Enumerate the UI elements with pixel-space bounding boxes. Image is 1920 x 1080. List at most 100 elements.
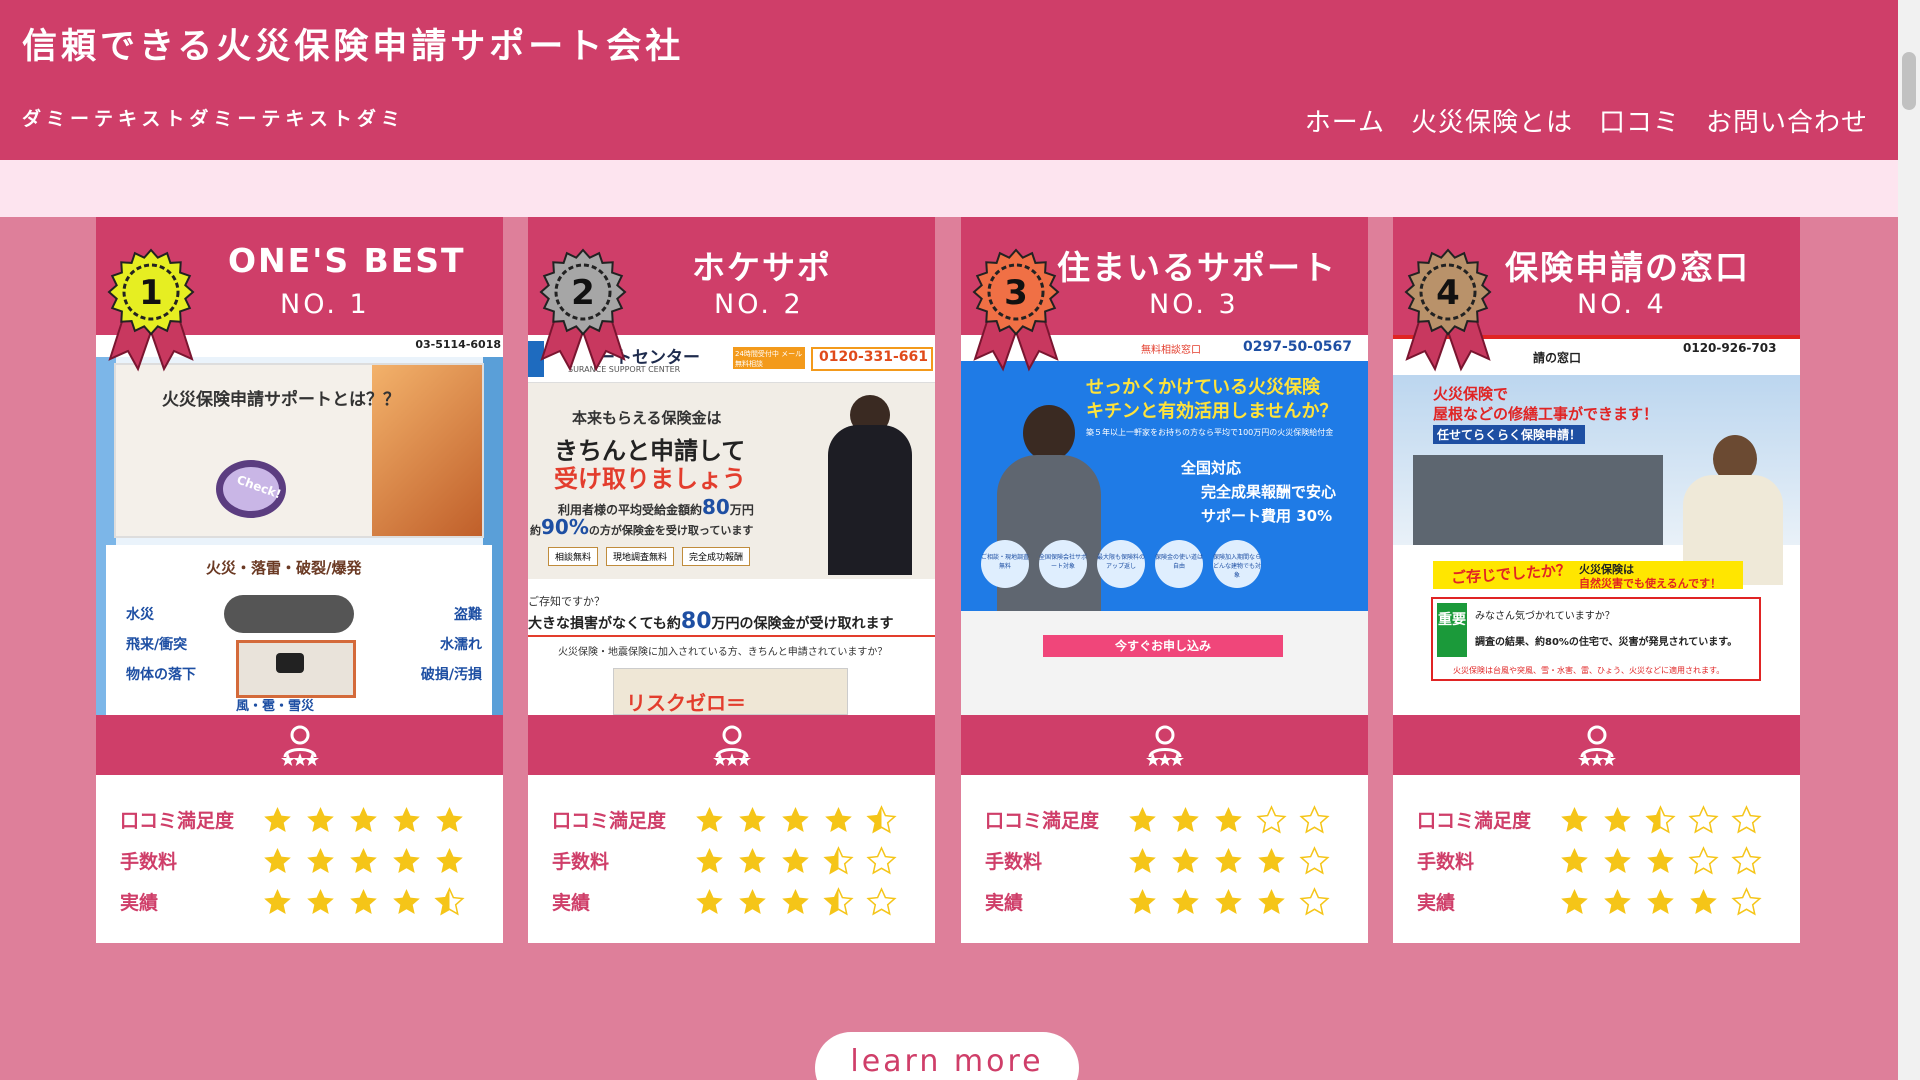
star-full-icon [1258, 848, 1285, 873]
rating-label: 実績 [552, 892, 591, 914]
star-full-icon [264, 807, 291, 832]
shot-label: 盗難 [454, 607, 482, 623]
rating-row: 実績 [961, 881, 1368, 922]
star-full-icon [1215, 889, 1242, 914]
rating-label: 実績 [120, 892, 159, 914]
shot-foot: 火災保険は台風や突風、雪・水害、雷、ひょう、火災などに適用されます。 [1453, 666, 1725, 675]
scrollbar[interactable] [1898, 0, 1920, 1080]
shot-banner-num: 80 [680, 609, 712, 634]
shot-pct-post: の方が保険金を受け取っています [588, 524, 754, 537]
shot-sub: 築５年以上一軒家をお持ちの方なら平均で100万円の火災保険給付金 [1086, 428, 1334, 437]
card-company-name: ONE'S BEST [228, 241, 466, 280]
star-full-icon [1129, 848, 1156, 873]
shot-line: 本来もらえる保険金は [572, 409, 722, 427]
shot-feature: 完全成果報酬で安心 [1201, 483, 1337, 501]
shot-feature: サポート費用 30% [1201, 507, 1333, 525]
medal-number: 1 [139, 273, 163, 313]
nav-about-fire-insurance[interactable]: 火災保険とは [1411, 102, 1573, 139]
star-full-icon [436, 848, 463, 873]
star-full-icon [307, 807, 334, 832]
card-rank-label: NO. 1 [280, 289, 370, 320]
site-subtitle: ダミーテキストダミーテキストダミ [22, 108, 405, 130]
card-screenshot[interactable]: 請の窓口 0120-926-703 火災保険で 屋根などの修繕工事ができます！ … [1393, 335, 1800, 715]
star-empty-icon [866, 846, 897, 875]
star-full-icon [1129, 807, 1156, 832]
star-full-icon [825, 807, 852, 832]
star-empty-icon [1731, 887, 1762, 916]
card-screenshot[interactable]: 03-5114-6018 火災保険申請サポートとは？？ Check! 火災・落雷… [96, 335, 503, 715]
star-full-icon [393, 848, 420, 873]
shot-brand: 請の窓口 [1533, 351, 1582, 365]
card-screenshot[interactable]: ートセンター SURANCE SUPPORT CENTER 24時間受付中 メー… [528, 335, 935, 715]
star-full-icon [307, 848, 334, 873]
rating-label: 手数料 [1417, 851, 1475, 873]
star-full-icon [1647, 889, 1674, 914]
ranking-card-3[interactable]: 住まいるサポート NO. 3 無料相談窓口 0297-50-0567 せっかくか… [961, 217, 1368, 943]
star-empty-icon [1299, 805, 1330, 834]
medal-number: 2 [571, 273, 595, 313]
user-star-icon [712, 725, 751, 766]
star-full-icon [350, 848, 377, 873]
shot-circle: 保険加入期間ならどんな建物でも対象 [1213, 540, 1261, 588]
medal-number: 3 [1004, 273, 1028, 313]
star-rating [1127, 886, 1330, 917]
star-empty-icon [1731, 805, 1762, 834]
star-half-icon [866, 805, 897, 834]
scrollbar-thumb[interactable] [1902, 52, 1916, 110]
shot-mail-badge: 24時間受付中 メール無料相談 [733, 347, 805, 369]
ranking-card-2[interactable]: ホケサポ NO. 2 ートセンター SURANCE SUPPORT CENTER… [528, 217, 935, 943]
rating-label: 口コミ満足度 [1417, 810, 1532, 832]
star-full-icon [1561, 848, 1588, 873]
site-title[interactable]: 信頼できる火災保険申請サポート会社 [22, 18, 684, 69]
shot-label: 破損/汚損 [420, 667, 482, 683]
shot-cta: 今すぐお申し込み [1043, 635, 1283, 657]
rating-label: 手数料 [120, 851, 178, 873]
star-empty-icon [866, 887, 897, 916]
star-full-icon [1129, 889, 1156, 914]
star-half-icon [1645, 805, 1676, 834]
shot-badge: 現地調査無料 [606, 547, 675, 566]
star-half-icon [823, 846, 854, 875]
rating-label: 口コミ満足度 [985, 810, 1100, 832]
star-full-icon [739, 848, 766, 873]
shot-headline: 屋根などの修繕工事ができます！ [1433, 405, 1659, 423]
shot-phone: 03-5114-6018 [415, 338, 501, 351]
nav-reviews[interactable]: 口コミ [1599, 102, 1680, 139]
shot-bottom-banner: リスクゼロ＝ [626, 691, 746, 715]
user-star-icon [1577, 725, 1616, 766]
rating-label: 口コミ満足度 [120, 810, 235, 832]
learn-more-button[interactable]: learn more [815, 1032, 1079, 1080]
star-rating [1127, 845, 1330, 876]
nav-home[interactable]: ホーム [1305, 102, 1385, 139]
rating-label: 実績 [985, 892, 1024, 914]
star-full-icon [264, 889, 291, 914]
shot-headline: キチンと有効活用しませんか？ [1086, 401, 1338, 422]
rating-row: 手数料 [96, 840, 503, 881]
ranking-card-1[interactable]: ONE'S BEST NO. 1 03-5114-6018 火災保険申請サポート… [96, 217, 503, 943]
shot-note: 火災保険・地震保険に加入されている方、きちんと申請されていますか？ [558, 647, 888, 658]
star-full-icon [436, 807, 463, 832]
main-nav: ホーム 火災保険とは 口コミ お問い合わせ [1305, 102, 1868, 139]
star-full-icon [1215, 807, 1242, 832]
star-rating [694, 804, 897, 835]
card-screenshot[interactable]: 無料相談窓口 0297-50-0567 せっかくかけている火災保険 キチンと有効… [961, 335, 1368, 715]
card-rank-label: NO. 4 [1577, 289, 1667, 320]
star-full-icon [1172, 889, 1199, 914]
card-divider-band [961, 715, 1368, 775]
rating-row: 口コミ満足度 [528, 799, 935, 840]
star-empty-icon [1731, 846, 1762, 875]
star-rating [262, 845, 465, 876]
card-ratings: 口コミ満足度 手数料 実績 [528, 775, 935, 943]
star-full-icon [696, 889, 723, 914]
star-full-icon [393, 889, 420, 914]
card-ratings: 口コミ満足度 手数料 実績 [1393, 775, 1800, 943]
rating-row: 手数料 [1393, 840, 1800, 881]
star-full-icon [307, 889, 334, 914]
site-header: 信頼できる火災保険申請サポート会社 ダミーテキストダミーテキストダミ ホーム 火… [0, 0, 1898, 160]
rating-row: 手数料 [961, 840, 1368, 881]
ranking-card-4[interactable]: 保険申請の窓口 NO. 4 請の窓口 0120-926-703 火災保険で 屋根… [1393, 217, 1800, 943]
nav-contact[interactable]: お問い合わせ [1706, 102, 1868, 139]
star-rating [694, 886, 897, 917]
card-company-name: 保険申請の窓口 [1505, 248, 1750, 287]
rating-row: 口コミ満足度 [1393, 799, 1800, 840]
